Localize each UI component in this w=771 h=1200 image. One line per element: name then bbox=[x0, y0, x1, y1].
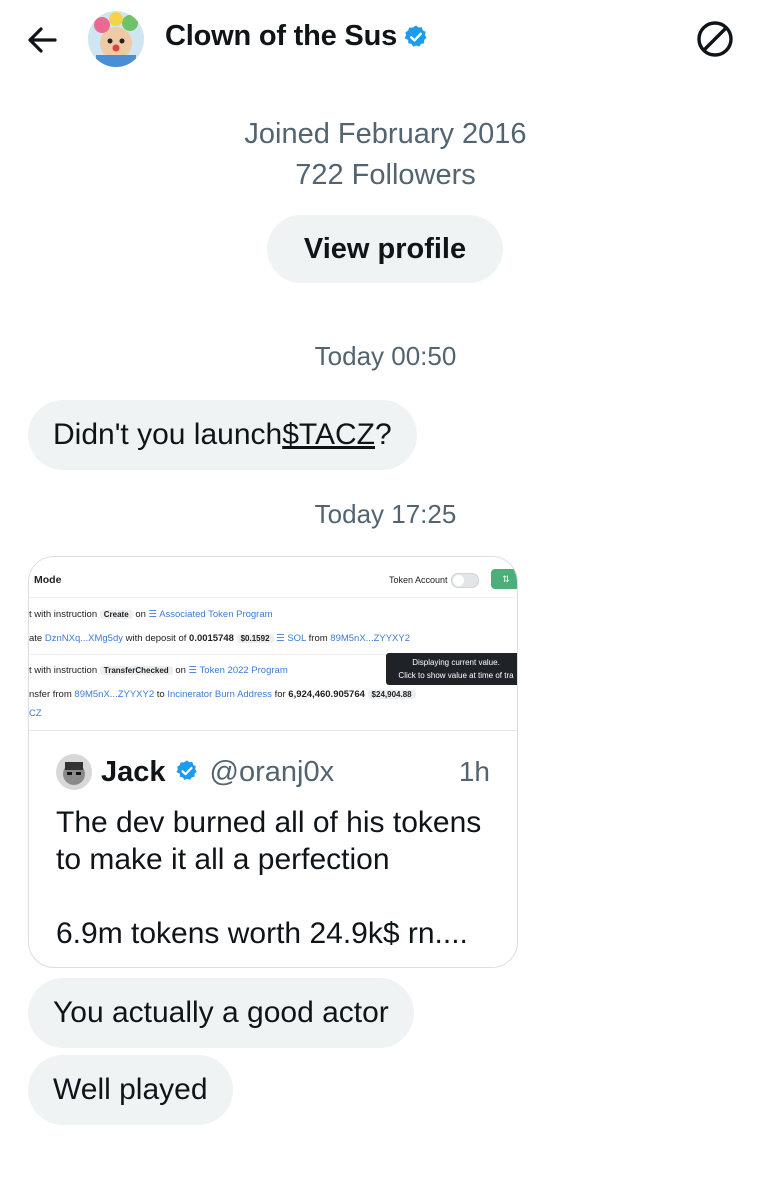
attached-screenshot: Mode Token Account ⇅ t with instruction … bbox=[29, 557, 517, 731]
swap-icon: ⇅ bbox=[491, 569, 517, 589]
row-link: 89M5nX...ZYYXY2 bbox=[74, 689, 155, 700]
view-profile-button[interactable]: View profile bbox=[267, 215, 503, 283]
divider bbox=[29, 597, 517, 598]
row-text: with deposit of bbox=[125, 633, 187, 644]
row-text: ate bbox=[29, 633, 43, 644]
row-text: t with instruction bbox=[29, 609, 98, 620]
row-amount: 0.0015748 bbox=[189, 633, 234, 644]
message-timestamp: Today 00:50 bbox=[314, 341, 457, 371]
sol-icon: ☰ bbox=[276, 633, 285, 644]
row-pill: TransferChecked bbox=[99, 666, 173, 675]
message-text: You actually a good actor bbox=[53, 996, 389, 1029]
followers-count: 722 Followers bbox=[295, 159, 476, 191]
block-icon[interactable] bbox=[694, 18, 736, 60]
title-wrap: Clown of the Sus bbox=[165, 20, 429, 53]
row-text: on bbox=[175, 665, 186, 676]
avatar[interactable] bbox=[88, 11, 144, 67]
quoted-post-time: 1h bbox=[458, 756, 490, 787]
row-text: on bbox=[135, 609, 146, 620]
cashtag-link[interactable]: $TACZ bbox=[282, 418, 375, 452]
screenshot-row: t with instruction Create on ☰ Associate… bbox=[29, 609, 273, 620]
screenshot-mode-label: Mode bbox=[34, 574, 62, 586]
quoted-author-handle[interactable]: @oranj0x bbox=[210, 756, 335, 789]
row-text: to bbox=[156, 689, 165, 700]
row-text: for bbox=[274, 689, 286, 700]
verified-badge-icon bbox=[175, 759, 201, 785]
message-text: Well played bbox=[53, 1073, 208, 1106]
row-link: 89M5nX...ZYYXY2 bbox=[330, 633, 411, 644]
screenshot-row: nsfer from 89M5nX...ZYYXY2 to Incinerato… bbox=[29, 689, 416, 700]
shared-post-card[interactable]: Mode Token Account ⇅ t with instruction … bbox=[28, 556, 518, 968]
row-pill: Create bbox=[99, 610, 133, 619]
row-pill: $24,904.88 bbox=[367, 690, 416, 699]
quoted-author-name[interactable]: Jack bbox=[101, 756, 166, 789]
row-text: nsfer from bbox=[29, 689, 72, 700]
message-bubble: Well played bbox=[28, 1055, 233, 1125]
screenshot-token-account: Token Account bbox=[389, 575, 448, 585]
conversation-header: Clown of the Sus bbox=[0, 0, 771, 80]
conversation-title: Clown of the Sus bbox=[165, 20, 398, 52]
verified-badge-icon bbox=[403, 24, 429, 50]
message-bubble: You actually a good actor bbox=[28, 978, 414, 1048]
program-icon: ☰ bbox=[148, 609, 158, 620]
row-link: SOL bbox=[287, 633, 306, 644]
quoted-post-header: Jack @oranj0x bbox=[56, 754, 334, 790]
quoted-post[interactable]: Jack @oranj0x 1h The dev burned all of h… bbox=[29, 730, 517, 967]
row-pill: $0.1592 bbox=[236, 634, 274, 643]
message-bubble: Didn't you launch $TACZ? bbox=[28, 400, 417, 470]
quoted-avatar[interactable] bbox=[56, 754, 92, 790]
screenshot-row: CZ bbox=[29, 708, 42, 719]
tooltip-line: Click to show value at time of tra bbox=[398, 671, 514, 680]
program-icon: ☰ bbox=[188, 665, 198, 676]
arrow-left-icon[interactable] bbox=[22, 20, 62, 60]
row-text: t with instruction bbox=[29, 665, 98, 676]
message-text: ? bbox=[375, 418, 392, 451]
screenshot-row: t with instruction TransferChecked on ☰ … bbox=[29, 665, 288, 676]
screenshot-tooltip: Displaying current value. Click to show … bbox=[386, 653, 517, 685]
screenshot-toggle bbox=[451, 573, 479, 588]
tooltip-line: Displaying current value. bbox=[412, 658, 500, 667]
quoted-post-text: The dev burned all of his tokens to make… bbox=[56, 806, 482, 950]
message-text: Didn't you launch bbox=[53, 418, 283, 451]
row-text: from bbox=[308, 633, 328, 644]
row-link: Token 2022 Program bbox=[199, 665, 288, 676]
message-timestamp: Today 17:25 bbox=[314, 499, 457, 529]
row-link: Associated Token Program bbox=[159, 609, 273, 620]
row-link: Incinerator Burn Address bbox=[167, 689, 272, 700]
row-amount: 6,924,460.905764 bbox=[288, 689, 365, 700]
joined-date: Joined February 2016 bbox=[244, 118, 527, 150]
row-link: DznNXq...XMg5dy bbox=[44, 633, 124, 644]
screenshot-row: ate DznNXq...XMg5dy with deposit of 0.00… bbox=[29, 633, 410, 644]
